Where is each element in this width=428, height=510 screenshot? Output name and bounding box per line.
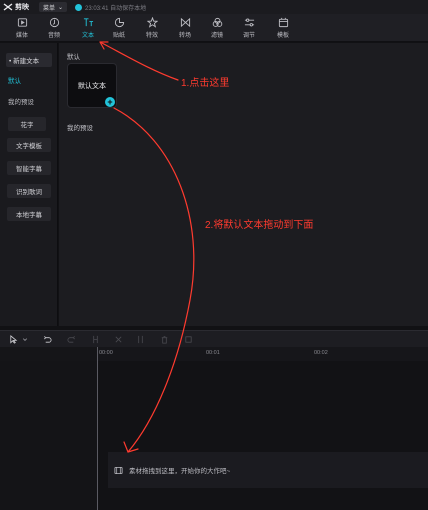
ruler-gutter [0,347,97,361]
default-text-card-label: 默认文本 [78,82,106,90]
section-title-default: 默认 [67,54,80,61]
scissors-icon[interactable] [114,335,123,344]
crop-icon[interactable] [184,335,193,344]
track-header-column [0,361,97,510]
text-icon [83,18,93,27]
main-track-drop-zone[interactable]: 素材拖拽到这里，开始你的大作吧~ [108,452,428,488]
sidebar-item-text-templates[interactable]: 文字模板 [7,138,51,152]
title-bar: 剪映 菜单 ⌄ 23:03:41 自动保存本地 [0,0,428,14]
tab-sticker[interactable]: 贴纸 [105,17,133,41]
media-icon [17,18,27,27]
chevron-down-icon[interactable] [22,335,28,344]
delete-icon[interactable] [160,335,169,344]
tab-label: 音频 [47,33,60,39]
effects-icon [146,17,158,28]
sidebar-item-label: 我的预设 [8,99,34,106]
main-toolbar: 媒体 音频 文本 贴纸 特效 转场 滤镜 调节 模板 [0,14,428,42]
tab-label: 贴纸 [112,33,125,39]
timeline-ruler[interactable]: 00:00 00:01 00:02 [0,347,428,361]
tab-label: 转场 [178,33,191,39]
tab-label: 媒体 [15,33,28,39]
undo-icon[interactable] [43,335,52,344]
save-status-text: 23:03:41 自动保存本地 [85,5,147,12]
sidebar-header-new-text[interactable]: • 新建文本 [6,53,52,67]
section-title-my-presets: 我的预设 [67,125,93,132]
tab-template[interactable]: 模板 [269,17,297,41]
annotation-step-2: 2.将默认文本拖动到下面 [205,220,314,231]
tab-label: 特效 [145,33,158,39]
tab-label: 调节 [242,33,255,39]
audio-icon [49,17,59,28]
film-strip-icon [114,466,123,474]
tab-media[interactable]: 媒体 [8,17,36,41]
ruler-tick-label: 00:02 [314,350,328,356]
text-category-sidebar: • 新建文本 默认 我的预设 花字 文字模板 智能字幕 识别歌词 本地字幕 [0,43,58,326]
annotation-step-1: 1.点击这里 [181,78,230,89]
ruler-tick-label: 00:00 [99,350,113,356]
adjust-icon [244,18,254,27]
redo-icon[interactable] [67,335,76,344]
filter-icon [212,17,222,27]
split-icon[interactable] [91,335,100,344]
sidebar-item-default[interactable]: 默认 [8,73,54,87]
tab-text[interactable]: 文本 [74,17,102,41]
tab-label: 文本 [81,33,94,39]
sidebar-item-label: 默认 [8,78,21,85]
transition-icon [180,17,190,28]
sidebar-item-my-presets[interactable]: 我的预设 [8,94,54,108]
empty-track-hint: 素材拖拽到这里，开始你的大作吧~ [129,468,231,475]
trim-icon[interactable] [136,335,145,344]
sidebar-item-auto-captions[interactable]: 智能字幕 [7,161,51,175]
tab-effects[interactable]: 特效 [138,17,166,41]
chevron-down-icon: ⌄ [58,4,64,11]
tab-filter[interactable]: 滤镜 [203,17,231,41]
plus-icon: + [107,97,113,107]
sidebar-item-label: 文字模板 [16,143,42,150]
tab-transition[interactable]: 转场 [171,17,199,41]
timeline-toolbar [0,330,428,347]
menu-label: 菜单 [43,5,56,12]
playhead[interactable] [97,347,98,510]
tab-label: 模板 [276,33,289,39]
sidebar-item-fancy-text[interactable]: 花字 [8,117,46,131]
ruler-tick-label: 00:01 [206,350,220,356]
menu-button[interactable]: 菜单 ⌄ [39,2,68,12]
cloud-saved-icon [75,3,83,11]
save-status: 23:03:41 自动保存本地 [75,3,146,12]
sidebar-item-local-subtitles[interactable]: 本地字幕 [7,207,51,221]
add-text-button[interactable]: + [105,97,115,107]
tab-audio[interactable]: 音频 [40,17,68,41]
sidebar-item-lyrics-recognition[interactable]: 识别歌词 [7,184,51,198]
sidebar-item-label: 智能字幕 [16,166,42,173]
template-icon [278,17,288,28]
tab-label: 滤镜 [210,33,223,39]
sidebar-item-label: 花字 [20,122,34,129]
sidebar-header-label: • 新建文本 [9,58,40,65]
sticker-icon [114,17,124,28]
app-name: 剪映 [15,4,29,11]
cursor-select-icon[interactable] [9,335,18,344]
text-asset-panel: 默认 默认文本 + 我的预设 [59,43,428,326]
capcut-logo-icon [3,3,13,11]
sidebar-item-label: 识别歌词 [16,189,42,196]
app-logo: 剪映 [3,2,29,12]
tab-adjust[interactable]: 调节 [235,17,263,41]
sidebar-item-label: 本地字幕 [16,212,42,219]
